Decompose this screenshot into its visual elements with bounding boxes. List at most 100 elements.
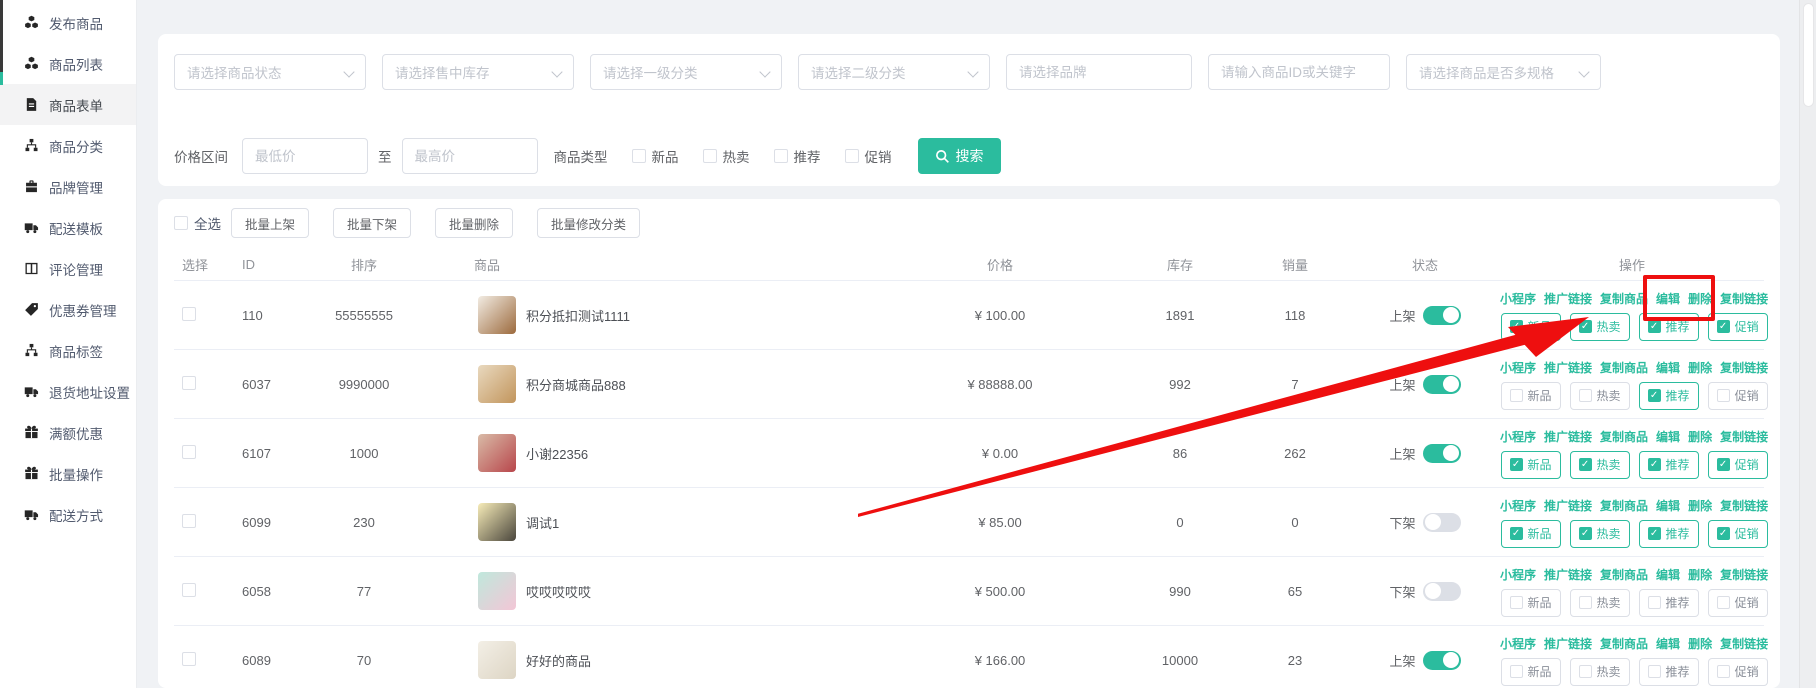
tag-toggle-促销[interactable]: 促销 [1708,658,1768,686]
edit-link[interactable]: 编辑 [1656,566,1680,583]
sidebar-item-10[interactable]: 退货地址设置 [0,371,136,412]
tag-toggle-促销[interactable]: ✓促销 [1708,520,1768,548]
miniprogram-link[interactable]: 小程序 [1500,635,1536,652]
tag-toggle-新品[interactable]: 新品 [1501,589,1561,617]
row-checkbox[interactable] [182,307,196,321]
tag-toggle-新品[interactable]: 新品 [1501,658,1561,686]
bulk-off-shelf-button[interactable]: 批量下架 [333,208,411,238]
search-button[interactable]: 搜索 [918,138,1001,174]
copy-url-link[interactable]: 复制链接 [1720,566,1768,583]
tag-toggle-推荐[interactable]: ✓推荐 [1639,451,1699,479]
status-toggle[interactable] [1423,582,1461,601]
sidebar-item-9[interactable]: 商品标签 [0,330,136,371]
type-option-4[interactable]: 促销 [845,146,892,166]
brand-input[interactable] [1006,54,1192,90]
miniprogram-link[interactable]: 小程序 [1500,566,1536,583]
row-checkbox[interactable] [182,376,196,390]
copy-product-link[interactable]: 复制商品 [1600,635,1648,652]
tag-toggle-促销[interactable]: 促销 [1708,382,1768,410]
status-toggle[interactable] [1423,513,1461,532]
sidebar-item-8[interactable]: 优惠券管理 [0,289,136,330]
tag-toggle-热卖[interactable]: ✓热卖 [1570,451,1630,479]
sidebar-item-1[interactable]: 发布商品 [0,2,136,43]
copy-product-link[interactable]: 复制商品 [1600,497,1648,514]
max-price-input[interactable] [402,138,538,174]
sidebar-item-7[interactable]: 评论管理 [0,248,136,289]
status-toggle[interactable] [1423,651,1461,670]
tag-toggle-热卖[interactable]: ✓热卖 [1570,313,1630,341]
sidebar-item-6[interactable]: 配送模板 [0,207,136,248]
tag-toggle-新品[interactable]: 新品 [1501,382,1561,410]
tag-toggle-热卖[interactable]: 热卖 [1570,589,1630,617]
copy-product-link[interactable]: 复制商品 [1600,290,1648,307]
bulk-on-shelf-button[interactable]: 批量上架 [231,208,309,238]
copy-url-link[interactable]: 复制链接 [1720,635,1768,652]
tag-toggle-推荐[interactable]: 推荐 [1639,589,1699,617]
stock-status-select[interactable]: 请选择售中库存 [382,54,574,90]
tag-toggle-促销[interactable]: 促销 [1708,589,1768,617]
delete-link[interactable]: 删除 [1688,635,1712,652]
edit-link[interactable]: 编辑 [1656,428,1680,445]
delete-link[interactable]: 删除 [1688,497,1712,514]
tag-toggle-热卖[interactable]: 热卖 [1570,658,1630,686]
copy-product-link[interactable]: 复制商品 [1600,566,1648,583]
tag-toggle-热卖[interactable]: 热卖 [1570,382,1630,410]
miniprogram-link[interactable]: 小程序 [1500,428,1536,445]
bulk-delete-button[interactable]: 批量删除 [435,208,513,238]
tag-toggle-新品[interactable]: ✓新品 [1501,520,1561,548]
promo-link-link[interactable]: 推广链接 [1544,428,1592,445]
tag-toggle-新品[interactable]: ✓新品 [1501,313,1561,341]
promo-link-link[interactable]: 推广链接 [1544,566,1592,583]
sidebar-item-2[interactable]: 商品列表 [0,43,136,84]
edit-link[interactable]: 编辑 [1656,359,1680,376]
min-price-input[interactable] [242,138,368,174]
tag-toggle-推荐[interactable]: ✓推荐 [1639,520,1699,548]
status-toggle[interactable] [1423,375,1461,394]
bulk-edit-category-button[interactable]: 批量修改分类 [537,208,640,238]
tag-toggle-促销[interactable]: ✓促销 [1708,313,1768,341]
copy-url-link[interactable]: 复制链接 [1720,290,1768,307]
edit-link[interactable]: 编辑 [1656,497,1680,514]
promo-link-link[interactable]: 推广链接 [1544,359,1592,376]
type-option-2[interactable]: 热卖 [703,146,750,166]
type-option-3[interactable]: 推荐 [774,146,821,166]
sidebar-item-4[interactable]: 商品分类 [0,125,136,166]
sidebar-item-12[interactable]: 批量操作 [0,453,136,494]
row-checkbox[interactable] [182,583,196,597]
copy-product-link[interactable]: 复制商品 [1600,428,1648,445]
sidebar-item-11[interactable]: 满额优惠 [0,412,136,453]
tag-toggle-推荐[interactable]: ✓推荐 [1639,382,1699,410]
keyword-input[interactable] [1208,54,1390,90]
row-checkbox[interactable] [182,652,196,666]
promo-link-link[interactable]: 推广链接 [1544,290,1592,307]
status-toggle[interactable] [1423,444,1461,463]
scrollbar-thumb[interactable] [1803,3,1814,107]
copy-url-link[interactable]: 复制链接 [1720,497,1768,514]
sidebar-item-13[interactable]: 配送方式 [0,494,136,535]
row-checkbox[interactable] [182,514,196,528]
delete-link[interactable]: 删除 [1688,359,1712,376]
delete-link[interactable]: 删除 [1688,428,1712,445]
status-toggle[interactable] [1423,306,1461,325]
tag-toggle-热卖[interactable]: ✓热卖 [1570,520,1630,548]
row-checkbox[interactable] [182,445,196,459]
product-status-select[interactable]: 请选择商品状态 [174,54,366,90]
multi-spec-select[interactable]: 请选择商品是否多规格 [1406,54,1601,90]
tag-toggle-促销[interactable]: ✓促销 [1708,451,1768,479]
miniprogram-link[interactable]: 小程序 [1500,497,1536,514]
delete-link[interactable]: 删除 [1688,566,1712,583]
select-all-checkbox[interactable] [174,216,188,230]
copy-product-link[interactable]: 复制商品 [1600,359,1648,376]
sidebar-item-3[interactable]: 商品表单 [0,84,136,125]
promo-link-link[interactable]: 推广链接 [1544,635,1592,652]
category-level1-select[interactable]: 请选择一级分类 [590,54,782,90]
category-level2-select[interactable]: 请选择二级分类 [798,54,990,90]
sidebar-item-5[interactable]: 品牌管理 [0,166,136,207]
copy-url-link[interactable]: 复制链接 [1720,428,1768,445]
tag-toggle-推荐[interactable]: 推荐 [1639,658,1699,686]
copy-url-link[interactable]: 复制链接 [1720,359,1768,376]
edit-link[interactable]: 编辑 [1656,635,1680,652]
promo-link-link[interactable]: 推广链接 [1544,497,1592,514]
tag-toggle-新品[interactable]: ✓新品 [1501,451,1561,479]
type-option-1[interactable]: 新品 [632,146,679,166]
